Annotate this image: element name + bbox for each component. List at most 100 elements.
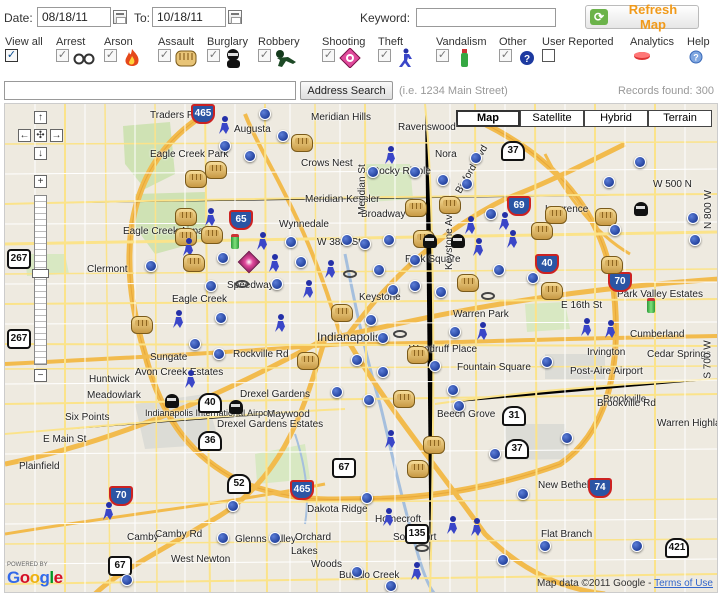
assault-marker[interactable] — [439, 196, 461, 214]
date-from-input[interactable] — [37, 7, 111, 27]
category-vandalism[interactable]: Vandalism ✓ — [436, 36, 492, 70]
other-marker[interactable] — [383, 234, 395, 246]
assault-marker[interactable] — [291, 134, 313, 152]
assault-marker[interactable] — [175, 208, 197, 226]
assault-marker[interactable] — [541, 282, 563, 300]
other-marker[interactable] — [447, 384, 459, 396]
checkbox[interactable]: ✓ — [207, 49, 220, 62]
other-marker[interactable] — [485, 208, 497, 220]
other-marker[interactable] — [449, 326, 461, 338]
burglary-marker[interactable] — [165, 394, 179, 408]
other-marker[interactable] — [373, 264, 385, 276]
theft-marker[interactable] — [471, 238, 485, 258]
zoom-out-icon[interactable]: − — [34, 369, 47, 382]
map-type-map[interactable]: Map — [456, 110, 520, 127]
theft-marker[interactable] — [463, 216, 477, 236]
other-marker[interactable] — [377, 332, 389, 344]
other-marker[interactable] — [365, 314, 377, 326]
checkbox[interactable]: ✓ — [499, 49, 512, 62]
other-marker[interactable] — [121, 574, 133, 586]
assault-marker[interactable] — [457, 274, 479, 292]
pan-up-icon[interactable]: ↑ — [34, 111, 47, 124]
category-robbery[interactable]: Robbery ✓ — [258, 36, 310, 70]
calendar-from-icon[interactable] — [113, 10, 127, 24]
other-marker[interactable] — [215, 312, 227, 324]
assault-marker[interactable] — [185, 170, 207, 188]
theft-marker[interactable] — [171, 310, 185, 330]
category-assault[interactable]: Assault ✓ — [158, 36, 204, 70]
other-marker[interactable] — [489, 448, 501, 460]
other-marker[interactable] — [285, 236, 297, 248]
burglary-marker[interactable] — [634, 202, 648, 216]
category-arson[interactable]: Arson ✓ — [104, 36, 150, 70]
pan-right-icon[interactable]: → — [50, 129, 63, 142]
category-user-reported[interactable]: User Reported — [542, 36, 616, 70]
arrest-marker[interactable] — [393, 330, 407, 338]
theft-marker[interactable] — [505, 230, 519, 250]
calendar-to-icon[interactable] — [228, 10, 242, 24]
other-marker[interactable] — [361, 492, 373, 504]
assault-marker[interactable] — [531, 222, 553, 240]
other-marker[interactable] — [539, 540, 551, 552]
checkbox[interactable]: ✓ — [436, 49, 449, 62]
zoom-slider-thumb[interactable] — [32, 269, 49, 278]
other-marker[interactable] — [213, 348, 225, 360]
refresh-map-button[interactable]: ⟳ Refresh Map — [585, 2, 699, 32]
assault-marker[interactable] — [407, 460, 429, 478]
vandalism-marker[interactable] — [647, 298, 655, 313]
theft-marker[interactable] — [381, 508, 395, 528]
assault-marker[interactable] — [407, 346, 429, 364]
other-marker[interactable] — [367, 166, 379, 178]
other-marker[interactable] — [409, 254, 421, 266]
other-marker[interactable] — [497, 554, 509, 566]
category-theft[interactable]: Theft ✓ — [378, 36, 424, 70]
checkbox[interactable]: ✓ — [378, 49, 391, 62]
other-marker[interactable] — [689, 234, 701, 246]
other-marker[interactable] — [145, 260, 157, 272]
category-other[interactable]: Other ✓ ? — [499, 36, 539, 70]
assault-marker[interactable] — [297, 352, 319, 370]
analytics-icon[interactable] — [632, 50, 652, 62]
assault-marker[interactable] — [131, 316, 153, 334]
theft-marker[interactable] — [445, 516, 459, 536]
other-marker[interactable] — [351, 354, 363, 366]
theft-marker[interactable] — [203, 208, 217, 228]
assault-marker[interactable] — [601, 256, 623, 274]
other-marker[interactable] — [409, 280, 421, 292]
theft-marker[interactable] — [273, 314, 287, 334]
map-type-hybrid[interactable]: Hybrid — [584, 110, 648, 127]
date-to-input[interactable] — [152, 7, 226, 27]
other-marker[interactable] — [387, 284, 399, 296]
other-marker[interactable] — [259, 108, 271, 120]
other-marker[interactable] — [295, 256, 307, 268]
pan-center-icon[interactable]: ✣ — [34, 129, 47, 142]
theft-marker[interactable] — [383, 146, 397, 166]
other-marker[interactable] — [331, 386, 343, 398]
other-marker[interactable] — [341, 234, 353, 246]
zoom-in-icon[interactable]: + — [34, 175, 47, 188]
other-marker[interactable] — [603, 176, 615, 188]
burglary-marker[interactable] — [229, 400, 243, 414]
help-icon[interactable]: ? — [689, 50, 703, 64]
theft-marker[interactable] — [255, 232, 269, 252]
theft-marker[interactable] — [383, 430, 397, 450]
other-marker[interactable] — [437, 174, 449, 186]
other-marker[interactable] — [217, 532, 229, 544]
category-view-all[interactable]: View all ✓ — [5, 36, 50, 70]
assault-marker[interactable] — [331, 304, 353, 322]
checkbox[interactable]: ✓ — [258, 49, 271, 62]
category-burglary[interactable]: Burglary ✓ — [207, 36, 255, 70]
other-marker[interactable] — [453, 400, 465, 412]
arrest-marker[interactable] — [235, 280, 249, 288]
other-marker[interactable] — [561, 432, 573, 444]
arrest-marker[interactable] — [481, 292, 495, 300]
theft-marker[interactable] — [217, 116, 231, 136]
category-analytics[interactable]: Analytics — [630, 36, 680, 70]
arrest-marker[interactable] — [343, 270, 357, 278]
other-marker[interactable] — [687, 212, 699, 224]
other-marker[interactable] — [359, 238, 371, 250]
other-marker[interactable] — [527, 272, 539, 284]
theft-marker[interactable] — [475, 322, 489, 342]
other-marker[interactable] — [351, 566, 363, 578]
theft-marker[interactable] — [579, 318, 593, 338]
